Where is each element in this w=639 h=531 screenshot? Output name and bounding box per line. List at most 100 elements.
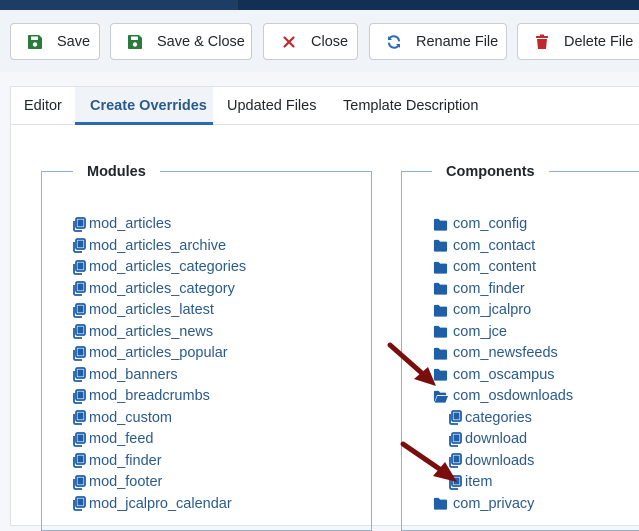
module-label: mod_articles_news [89, 323, 214, 340]
component-label: categories [465, 409, 532, 426]
save-button[interactable]: Save [10, 23, 100, 60]
rename-file-button[interactable]: Rename File [369, 23, 507, 60]
copy-icon [72, 324, 87, 339]
component-label: com_config [453, 216, 528, 232]
component-label: com_oscampus [453, 366, 555, 383]
folder-icon [433, 303, 449, 318]
admin-header-bar [0, 0, 639, 10]
module-label: mod_banners [89, 366, 178, 383]
module-link[interactable]: mod_articles_categories [72, 257, 246, 277]
module-link[interactable]: mod_jcalpro_calendar [72, 494, 232, 514]
module-label: mod_breadcrumbs [89, 388, 210, 404]
module-link[interactable]: mod_articles_latest [72, 300, 214, 320]
tab-create-overrides[interactable]: Create Overrides [75, 87, 213, 125]
delete-file-button[interactable]: Delete File [517, 23, 639, 60]
copy-icon [72, 367, 87, 382]
modules-legend: Modules [73, 163, 160, 181]
toolbar: Save Save & Close Close Rename File Dele… [0, 10, 639, 72]
component-folder[interactable]: com_osdownloads [433, 386, 573, 406]
annotation-arrow-icon [387, 342, 436, 386]
components-legend: Components [432, 163, 549, 181]
module-label: mod_feed [89, 431, 154, 447]
module-link[interactable]: mod_articles_popular [72, 343, 228, 363]
tab-bar: Editor Create Overrides Updated Files Te… [11, 87, 639, 125]
template-editor-panel: Editor Create Overrides Updated Files Te… [10, 86, 639, 531]
annotation-arrow-icon [400, 441, 457, 482]
module-link[interactable]: mod_articles_news [72, 322, 213, 342]
module-link[interactable]: mod_banners [72, 365, 178, 385]
close-button[interactable]: Close [263, 23, 358, 60]
module-link[interactable]: mod_custom [72, 408, 172, 428]
module-link[interactable]: mod_breadcrumbs [72, 386, 210, 406]
component-folder[interactable]: com_newsfeeds [433, 343, 558, 363]
copy-icon [72, 431, 87, 447]
component-folder[interactable]: com_jce [433, 322, 507, 342]
module-label: mod_custom [89, 409, 173, 426]
copy-icon [72, 238, 87, 253]
component-folder[interactable]: com_config [433, 214, 527, 234]
module-link[interactable]: mod_finder [72, 451, 162, 471]
floppy-disk-icon [127, 34, 143, 50]
tab-editor[interactable]: Editor [11, 87, 75, 125]
module-label: mod_articles_popular [89, 345, 228, 361]
header-logo-area [0, 0, 238, 10]
component-folder[interactable]: com_contact [433, 236, 535, 256]
component-label: item [465, 474, 493, 490]
component-label: com_newsfeeds [453, 345, 558, 361]
refresh-icon [386, 34, 402, 50]
delete-file-label: Delete File [564, 33, 634, 50]
copy-icon [72, 281, 87, 296]
module-label: mod_articles [89, 216, 172, 232]
module-label: mod_articles_archive [89, 237, 227, 254]
folder-icon [433, 238, 449, 253]
copy-icon [72, 302, 87, 318]
copy-icon [72, 474, 87, 490]
tab-updated-files[interactable]: Updated Files [227, 87, 316, 125]
component-label: com_jce [453, 323, 507, 340]
module-label: mod_jcalpro_calendar [89, 495, 232, 512]
module-link[interactable]: mod_articles_archive [72, 236, 226, 256]
module-link[interactable]: mod_articles_category [72, 279, 235, 299]
save-close-button[interactable]: Save & Close [110, 23, 252, 60]
module-label: mod_articles_categories [89, 259, 247, 275]
module-link[interactable]: mod_footer [72, 472, 162, 492]
folder-icon [433, 324, 449, 339]
module-label: mod_finder [89, 452, 162, 469]
copy-icon [72, 259, 87, 275]
modules-fieldset: Modules mod_articles mod_articles_archive… [41, 163, 372, 531]
component-label: com_content [453, 259, 537, 275]
component-folder[interactable]: com_jcalpro [433, 300, 531, 320]
close-label: Close [311, 33, 349, 50]
component-label: com_finder [453, 280, 525, 297]
module-link[interactable]: mod_feed [72, 429, 154, 449]
folder-icon [433, 281, 449, 296]
rename-file-label: Rename File [416, 33, 499, 50]
component-view-link[interactable]: categories [448, 408, 532, 428]
component-folder[interactable]: com_privacy [433, 494, 534, 514]
copy-icon [72, 345, 87, 361]
copy-icon [72, 388, 87, 404]
component-label: com_contact [453, 237, 536, 254]
folder-icon [433, 217, 449, 232]
component-label: com_jcalpro [453, 302, 532, 318]
copy-icon [72, 410, 87, 425]
copy-icon [72, 216, 87, 232]
module-label: mod_footer [89, 474, 163, 490]
folder-icon [433, 496, 449, 511]
save-label: Save [57, 33, 91, 50]
component-folder[interactable]: com_finder [433, 279, 525, 299]
component-label: com_osdownloads [453, 388, 574, 404]
module-link[interactable]: mod_articles [72, 214, 171, 234]
component-label: downloads [465, 452, 535, 469]
component-folder[interactable]: com_content [433, 257, 536, 277]
trash-icon [534, 34, 550, 50]
module-label: mod_articles_latest [89, 302, 214, 318]
folder-icon [433, 260, 449, 275]
copy-icon [72, 453, 87, 468]
component-label: download [465, 431, 528, 447]
x-icon [281, 34, 297, 50]
tab-template-description[interactable]: Template Description [343, 87, 478, 125]
component-folder[interactable]: com_oscampus [433, 365, 555, 385]
save-close-label: Save & Close [157, 33, 245, 50]
floppy-disk-icon [27, 34, 43, 50]
